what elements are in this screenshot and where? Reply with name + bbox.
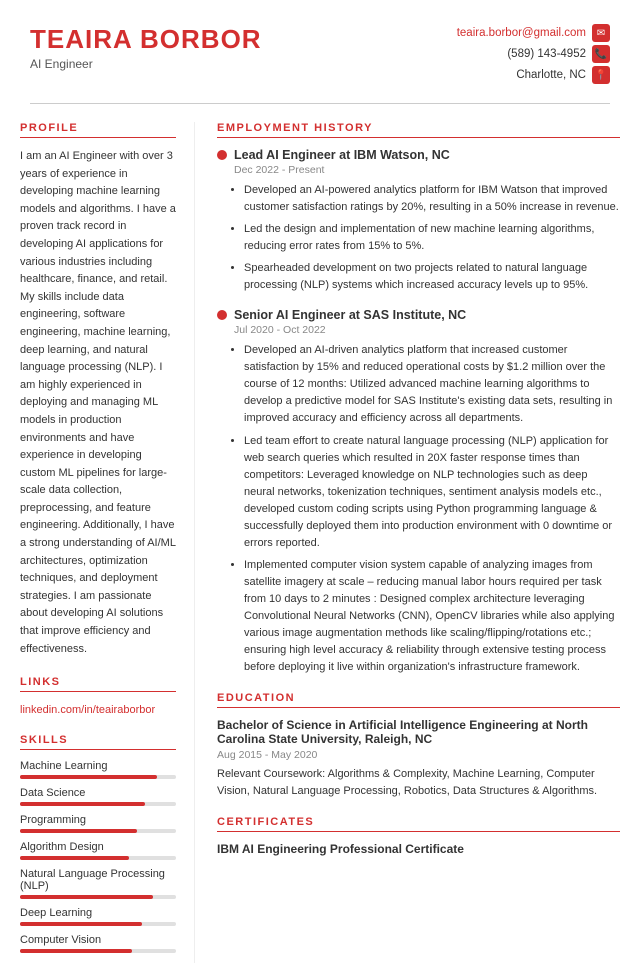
candidate-title: AI Engineer <box>30 57 262 71</box>
skills-section: SKILLS Machine Learning Data Science Pro… <box>20 734 176 953</box>
job-title: Senior AI Engineer at SAS Institute, NC <box>234 308 466 322</box>
location-text: Charlotte, NC <box>516 69 586 81</box>
skill-item: Programming <box>20 814 176 833</box>
job-bullets: Developed an AI-powered analytics platfo… <box>234 182 620 294</box>
job-bullet: Implemented computer vision system capab… <box>244 557 620 676</box>
job-entry: Lead AI Engineer at IBM Watson, NC Dec 2… <box>217 148 620 294</box>
phone-text: (589) 143-4952 <box>507 48 586 60</box>
skill-bar-fill <box>20 856 129 860</box>
skill-name: Programming <box>20 814 176 826</box>
skill-bar-fill <box>20 802 145 806</box>
education-degree: Bachelor of Science in Artificial Intell… <box>217 718 620 746</box>
education-section-title: EDUCATION <box>217 692 620 708</box>
resume-header: TEAIRA BORBOR AI Engineer teaira.borbor@… <box>0 0 640 103</box>
skill-bar-bg <box>20 802 176 806</box>
skill-bar-fill <box>20 949 132 953</box>
phone-row: (589) 143-4952 📞 <box>457 45 610 63</box>
job-title: Lead AI Engineer at IBM Watson, NC <box>234 148 450 162</box>
job-title-row: Senior AI Engineer at SAS Institute, NC <box>217 308 620 322</box>
email-link[interactable]: teaira.borbor@gmail.com <box>457 27 586 39</box>
job-entry: Senior AI Engineer at SAS Institute, NC … <box>217 308 620 676</box>
phone-icon: 📞 <box>592 45 610 63</box>
skill-item: Data Science <box>20 787 176 806</box>
skill-bar-bg <box>20 829 176 833</box>
education-dates: Aug 2015 - May 2020 <box>217 749 620 761</box>
skill-bar-fill <box>20 775 157 779</box>
certificates-section: CERTIFICATES IBM AI Engineering Professi… <box>217 816 620 856</box>
job-bullets: Developed an AI-driven analytics platfor… <box>234 342 620 676</box>
skill-item: Computer Vision <box>20 934 176 953</box>
skill-bar-bg <box>20 949 176 953</box>
linkedin-link[interactable]: linkedin.com/in/teairaborbor <box>20 704 155 716</box>
job-dot <box>217 150 227 160</box>
profile-text: I am an AI Engineer with over 3 years of… <box>20 148 176 658</box>
skill-bar-bg <box>20 775 176 779</box>
skill-name: Deep Learning <box>20 907 176 919</box>
education-section: EDUCATION Bachelor of Science in Artific… <box>217 692 620 800</box>
skill-bar-bg <box>20 895 176 899</box>
job-bullet: Developed an AI-powered analytics platfo… <box>244 182 620 216</box>
email-icon: ✉ <box>592 24 610 42</box>
skill-bar-fill <box>20 829 137 833</box>
right-column: EMPLOYMENT HISTORY Lead AI Engineer at I… <box>195 122 640 963</box>
location-icon: 📍 <box>592 66 610 84</box>
left-column: PROFILE I am an AI Engineer with over 3 … <box>0 122 195 963</box>
job-dates: Dec 2022 - Present <box>234 164 620 176</box>
location-row: Charlotte, NC 📍 <box>457 66 610 84</box>
skill-item: Machine Learning <box>20 760 176 779</box>
employment-section: EMPLOYMENT HISTORY Lead AI Engineer at I… <box>217 122 620 676</box>
skill-name: Natural Language Processing (NLP) <box>20 868 176 892</box>
skill-item: Natural Language Processing (NLP) <box>20 868 176 899</box>
skills-section-title: SKILLS <box>20 734 176 750</box>
skill-bar-fill <box>20 922 142 926</box>
certificates-section-title: CERTIFICATES <box>217 816 620 832</box>
candidate-name: TEAIRA BORBOR <box>30 24 262 55</box>
profile-section-title: PROFILE <box>20 122 176 138</box>
job-bullet: Led team effort to create natural langua… <box>244 433 620 552</box>
cert-title: IBM AI Engineering Professional Certific… <box>217 842 620 856</box>
employment-section-title: EMPLOYMENT HISTORY <box>217 122 620 138</box>
education-courses: Relevant Coursework: Algorithms & Comple… <box>217 766 620 800</box>
job-dot <box>217 310 227 320</box>
job-dates: Jul 2020 - Oct 2022 <box>234 324 620 336</box>
skill-bar-bg <box>20 856 176 860</box>
skill-name: Computer Vision <box>20 934 176 946</box>
email-row: teaira.borbor@gmail.com ✉ <box>457 24 610 42</box>
job-bullet: Developed an AI-driven analytics platfor… <box>244 342 620 427</box>
job-bullet: Spearheaded development on two projects … <box>244 260 620 294</box>
job-bullet: Led the design and implementation of new… <box>244 221 620 255</box>
skill-bar-fill <box>20 895 153 899</box>
skill-name: Algorithm Design <box>20 841 176 853</box>
skill-item: Deep Learning <box>20 907 176 926</box>
skill-bar-bg <box>20 922 176 926</box>
links-section: LINKS linkedin.com/in/teairaborbor <box>20 676 176 716</box>
job-title-row: Lead AI Engineer at IBM Watson, NC <box>217 148 620 162</box>
skill-name: Machine Learning <box>20 760 176 772</box>
main-content: PROFILE I am an AI Engineer with over 3 … <box>0 104 640 963</box>
skill-item: Algorithm Design <box>20 841 176 860</box>
links-section-title: LINKS <box>20 676 176 692</box>
skill-name: Data Science <box>20 787 176 799</box>
